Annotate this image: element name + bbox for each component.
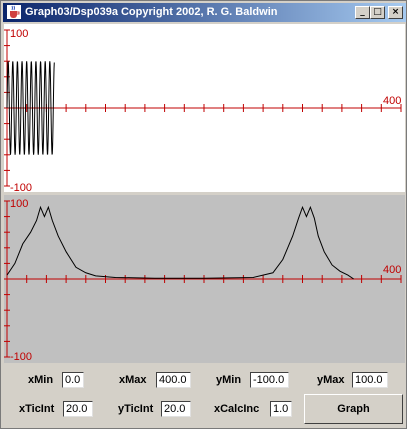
control-panel: xMin 0.0 xMax 400.0 yMin -100.0 yMax 100… <box>4 363 405 428</box>
plot-bottom-canvas: 100 -100 400 <box>4 198 402 363</box>
plot-bottom-xmax-label: 400 <box>383 264 401 276</box>
minimize-button[interactable]: _ <box>355 6 370 19</box>
plot-bottom: 100 -100 400 <box>4 195 405 363</box>
xmin-label: xMin <box>28 374 54 386</box>
graph-button[interactable]: Graph <box>304 394 403 424</box>
xcalcinc-label: xCalcInc <box>214 403 260 415</box>
ymin-field[interactable]: -100.0 <box>250 372 289 388</box>
maximize-button[interactable]: □ <box>370 6 385 19</box>
plot-bottom-ymin-label: -100 <box>10 351 32 363</box>
xmax-field[interactable]: 400.0 <box>156 372 191 388</box>
yticint-label: yTicInt <box>118 403 154 415</box>
plot-top-canvas: 100 -100 400 <box>4 28 402 192</box>
java-cup-icon <box>7 5 21 19</box>
close-button[interactable]: × <box>388 6 403 19</box>
xticint-label: xTicInt <box>19 403 55 415</box>
plot-bottom-series-line <box>6 205 354 280</box>
plot-top-xmax-label: 400 <box>383 95 401 107</box>
plot-top-ymax-label: 100 <box>10 28 28 40</box>
title-bar[interactable]: Graph03/Dsp039a Copyright 2002, R. G. Ba… <box>3 3 406 22</box>
app-window: Graph03/Dsp039a Copyright 2002, R. G. Ba… <box>0 0 407 429</box>
xticint-field[interactable]: 20.0 <box>63 401 93 417</box>
xmax-label: xMax <box>119 374 147 386</box>
ymax-label: yMax <box>317 374 345 386</box>
ymin-label: yMin <box>216 374 242 386</box>
plot-bottom-ymax-label: 100 <box>10 198 28 210</box>
window-title: Graph03/Dsp039a Copyright 2002, R. G. Ba… <box>25 6 278 18</box>
yticint-field[interactable]: 20.0 <box>161 401 191 417</box>
ymax-field[interactable]: 100.0 <box>352 372 388 388</box>
plot-top: 100 -100 400 <box>4 24 405 192</box>
plot-top-ymin-label: -100 <box>10 182 32 192</box>
xcalcinc-field[interactable]: 1.0 <box>270 401 292 417</box>
xmin-field[interactable]: 0.0 <box>62 372 84 388</box>
